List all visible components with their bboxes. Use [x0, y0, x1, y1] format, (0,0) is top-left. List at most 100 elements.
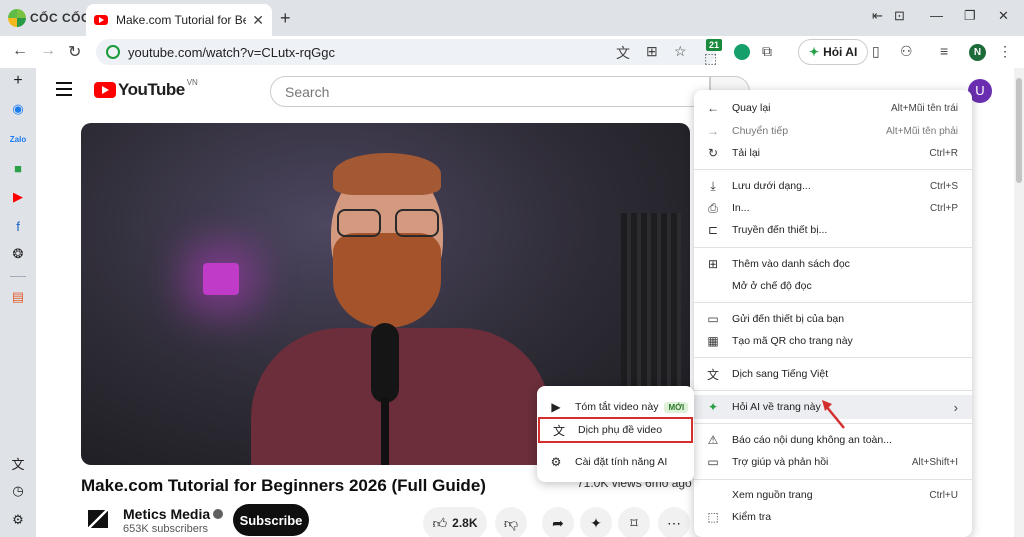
translate-icon[interactable]: 文 — [9, 454, 27, 472]
add-icon[interactable]: + — [9, 72, 27, 90]
channel-name-text: Metics Media — [123, 506, 211, 522]
subscriber-count: 653K subscribers — [123, 523, 208, 535]
share-button[interactable]: ➦ — [542, 507, 574, 537]
profile-avatar[interactable]: N — [969, 44, 986, 61]
like-button[interactable]: 👍︎ 2.8K — [423, 507, 487, 537]
menu-item-label: Dịch sang Tiếng Việt — [732, 368, 829, 380]
menu-item-reader-mode[interactable]: Mở ở chế độ đọc — [694, 275, 972, 297]
menu-separator — [694, 169, 972, 170]
new-tab-button[interactable]: + — [280, 8, 291, 29]
menu-item-label: Lưu dưới dạng... — [732, 180, 811, 192]
menu-item-label: Trợ giúp và phản hồi — [732, 456, 829, 468]
video-person-hair — [333, 153, 441, 195]
messenger-icon[interactable]: ◉ — [9, 100, 27, 118]
menu-item-label: Thêm vào danh sách đọc — [732, 258, 850, 270]
close-window-button[interactable]: ✕ — [998, 8, 1009, 24]
menu-item-back[interactable]: ← Quay lại Alt+Mũi tên trái — [694, 97, 972, 119]
verified-icon — [213, 509, 224, 519]
bookmark-star-icon[interactable]: ☆ — [674, 43, 687, 60]
summary-icon: ▶ — [551, 400, 561, 414]
zalo-icon[interactable]: Zalo — [9, 130, 27, 148]
submenu-item-label: Tóm tắt video này — [575, 401, 659, 413]
screenshot-icon[interactable]: ⊡ — [894, 8, 905, 24]
more-icon: ⋯ — [667, 514, 681, 531]
menu-item-label: Tải lại — [732, 147, 761, 159]
menu-item-reload[interactable]: ↻ Tải lại Ctrl+R — [694, 142, 972, 164]
like-count: 2.8K — [452, 516, 478, 530]
tab-youtube[interactable]: Make.com Tutorial for Beginners 2026 ✕ — [86, 4, 272, 36]
reload-button[interactable]: ↻ — [68, 42, 81, 62]
menu-item-send-device[interactable]: ▭ Gửi đến thiết bị của bạn — [694, 308, 972, 330]
video-microphone — [371, 323, 399, 403]
menu-item-shortcut: Alt+Mũi tên trái — [891, 102, 958, 114]
menu-item-translate[interactable]: 文 Dịch sang Tiếng Việt — [694, 363, 972, 385]
video-person-glasses — [337, 209, 441, 237]
translate-page-icon[interactable]: 文 — [616, 43, 630, 63]
menu-separator — [694, 247, 972, 248]
menu-item-label: Báo cáo nội dung không an toàn... — [732, 434, 892, 446]
youtube-wordmark: YouTube — [118, 80, 185, 99]
subscribe-button[interactable]: Subscribe — [233, 504, 309, 536]
submenu-item-translate-subtitles[interactable]: 文 Dịch phụ đề video — [538, 417, 693, 443]
minimize-button[interactable]: — — [930, 8, 943, 23]
browser-toolbar: ← → ↻ youtube.com/watch?v=CLutx-rqGgc 文 … — [0, 36, 1024, 68]
channel-avatar[interactable] — [88, 510, 108, 528]
submenu-item-ai-settings[interactable]: ⚙ Cài đặt tính năng AI — [537, 449, 694, 475]
menu-item-label: Chuyển tiếp — [732, 125, 789, 137]
menu-item-feedback[interactable]: ▭ Trợ giúp và phản hồi Alt+Shift+I — [694, 451, 972, 473]
close-tab-icon[interactable]: ✕ — [252, 12, 264, 29]
download-icon: ⤓ — [710, 178, 716, 193]
hamburger-menu-icon[interactable] — [56, 82, 72, 100]
grammarly-icon[interactable] — [734, 44, 750, 60]
back-history-icon[interactable]: ⇤ — [872, 8, 883, 24]
page-scrollbar[interactable] — [1014, 68, 1024, 537]
sidebar-toggle-icon[interactable]: ▯ — [872, 43, 880, 60]
channel-name[interactable]: Metics Media — [123, 506, 224, 522]
playlist-icon[interactable]: ≡ — [940, 43, 948, 59]
url-text: youtube.com/watch?v=CLutx-rqGgc — [128, 44, 336, 60]
dislike-button[interactable]: 👎︎ — [495, 507, 527, 537]
menu-item-shortcut: Alt+Shift+I — [911, 456, 958, 468]
incognito-icon[interactable]: ⚇ — [900, 43, 913, 60]
menu-item-view-source[interactable]: Xem nguồn trang Ctrl+U — [694, 484, 972, 506]
thumbs-down-icon: 👎︎ — [503, 514, 519, 531]
game-icon[interactable]: ■ — [9, 159, 27, 177]
search-input[interactable]: Search — [270, 76, 710, 107]
scroll-thumb[interactable] — [1016, 78, 1022, 183]
site-info-icon[interactable] — [106, 45, 120, 59]
forward-button[interactable]: → — [40, 42, 56, 60]
menu-item-save-as[interactable]: ⤓ Lưu dưới dạng... Ctrl+S — [694, 175, 972, 197]
menu-item-print[interactable]: ⎙ In... Ctrl+P — [694, 197, 972, 219]
menu-item-reading-list[interactable]: ⊞ Thêm vào danh sách đọc — [694, 253, 972, 275]
menu-item-inspect[interactable]: ⬚ Kiểm tra — [694, 506, 972, 528]
save-button[interactable]: ⌑ — [618, 507, 650, 537]
menu-item-report[interactable]: ⚠ Báo cáo nội dung không an toàn... — [694, 429, 972, 451]
inspect-icon: ⬚ — [707, 510, 719, 524]
feedback-icon: ▭ — [707, 455, 719, 469]
new-badge: MỚI — [664, 401, 689, 413]
history-icon[interactable]: ◷ — [9, 482, 27, 500]
settings-icon: ⚙ — [550, 455, 562, 469]
chatgpt-icon[interactable]: ❂ — [9, 245, 27, 263]
restore-button[interactable]: ❐ — [964, 8, 976, 24]
notes-icon[interactable]: ▤ — [9, 288, 27, 306]
coccoc-logo[interactable]: CỐC CỐC — [8, 9, 90, 27]
menu-icon[interactable]: ⋮ — [998, 43, 1012, 60]
print-icon: ⎙ — [708, 200, 718, 215]
video-mic-stand — [381, 398, 389, 465]
settings-icon[interactable]: ⚙ — [9, 511, 27, 529]
back-button[interactable]: ← — [12, 42, 28, 60]
menu-item-qr-code[interactable]: ▦ Tạo mã QR cho trang này — [694, 330, 972, 352]
menu-item-forward[interactable]: → Chuyển tiếp Alt+Mũi tên phải — [694, 120, 972, 142]
youtube-icon[interactable]: ▶ — [9, 188, 27, 206]
ask-ai-button[interactable]: ✦ Hỏi AI — [798, 39, 869, 65]
more-actions-button[interactable]: ⋯ — [658, 507, 690, 537]
ask-button[interactable]: ✦ — [580, 507, 612, 537]
extensions-puzzle-icon[interactable]: ⧉ — [762, 43, 772, 60]
youtube-logo[interactable]: YouTube VN — [94, 78, 198, 100]
menu-item-cast[interactable]: ⊏ Truyền đến thiết bị... — [694, 219, 972, 241]
install-app-icon[interactable]: ⊞ — [646, 43, 658, 60]
menu-separator — [694, 390, 972, 391]
extension-icon[interactable]: ⬚ — [704, 50, 717, 67]
facebook-icon[interactable]: f — [9, 217, 27, 235]
